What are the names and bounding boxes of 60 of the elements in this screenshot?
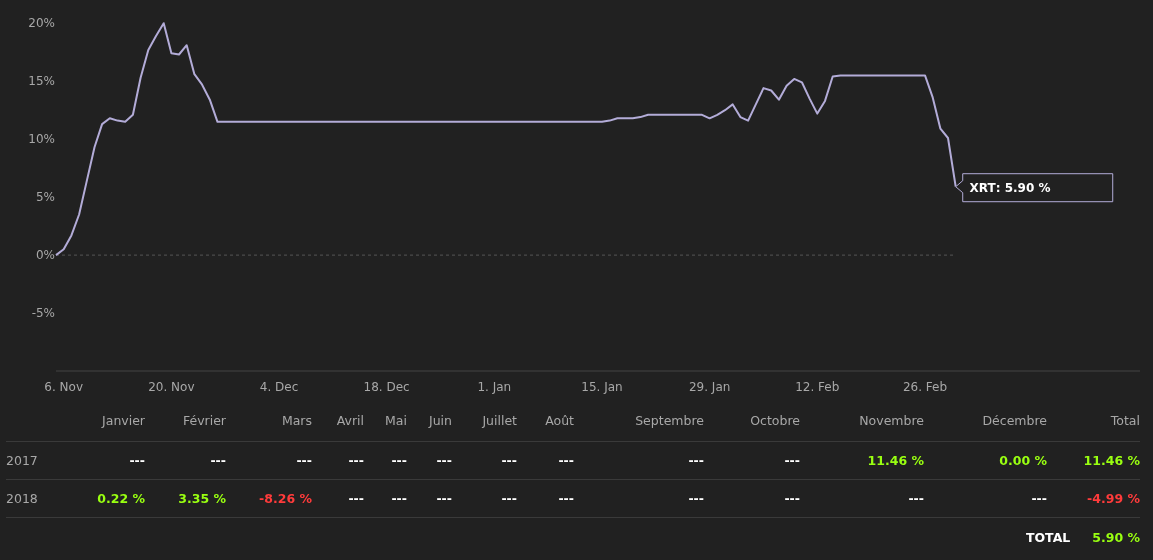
table-cell-text: --- — [209, 453, 226, 468]
table-cell-text: --- — [435, 491, 452, 506]
x-axis-label: 15. Jan — [581, 380, 623, 394]
table-cell-text: --- — [128, 453, 145, 468]
table-cell-text: --- — [390, 453, 407, 468]
column-header: Avril — [335, 413, 364, 428]
column-header: Septembre — [634, 413, 704, 428]
x-axis-label: 18. Dec — [363, 380, 410, 394]
y-axis-label: 20% — [28, 16, 55, 31]
table-cell-text: --- — [390, 491, 407, 506]
column-header: Août — [544, 413, 574, 428]
x-axis-label: 6. Nov — [44, 380, 84, 394]
y-axis-label: 5% — [35, 190, 55, 205]
table-cell-text: 11.46 % — [866, 453, 924, 468]
tooltip-value: : 5.90 % — [995, 180, 1051, 195]
total-label: TOTAL — [1025, 529, 1071, 545]
table-cell-text: --- — [347, 491, 364, 506]
y-axis-label: -5% — [31, 306, 55, 321]
column-header: Février — [181, 413, 226, 428]
table-cell: 0.22 % — [96, 491, 145, 506]
series-label: XRT — [969, 180, 996, 195]
y-axis-label: 0% — [35, 248, 55, 263]
y-axis-label: 10% — [28, 132, 55, 147]
table-cell-text: --- — [295, 453, 312, 468]
year-cell-text: 2018 — [6, 491, 39, 506]
x-axis-label: 29. Jan — [688, 380, 731, 394]
column-header: Mai — [384, 413, 407, 428]
table-cell-text: --- — [687, 491, 704, 506]
table-cell-text: 11.46 % — [1082, 453, 1140, 468]
y-axis-label: 15% — [28, 74, 55, 89]
table-cell-text: --- — [1030, 491, 1047, 506]
table-cell-text: --- — [907, 491, 924, 506]
year-cell-text: 2017 — [6, 453, 39, 468]
x-axis-label: 20. Nov — [148, 380, 195, 394]
table-cell-text: --- — [347, 453, 364, 468]
column-header: Octobre — [749, 413, 800, 428]
table-cell-text: -4.99 % — [1086, 491, 1140, 506]
table-cell-text: --- — [500, 453, 517, 468]
total-value: 5.90 % — [1092, 529, 1140, 545]
column-header: Décembre — [981, 413, 1047, 428]
table-cell-text: --- — [500, 491, 517, 506]
column-header: Juin — [427, 413, 452, 428]
table-cell-text: 3.35 % — [177, 491, 226, 506]
table-cell-text: 0.00 % — [998, 453, 1047, 468]
table-cell-text: --- — [435, 453, 452, 468]
x-axis-label: 1. Jan — [477, 380, 512, 394]
column-header: Novembre — [858, 413, 924, 428]
table-cell-text: --- — [557, 453, 574, 468]
x-axis-label: 12. Feb — [795, 380, 840, 394]
column-header: Juillet — [481, 413, 517, 428]
table-cell-text: -8.26 % — [258, 491, 312, 506]
table-cell-text: --- — [687, 453, 704, 468]
table-cell-text: --- — [783, 453, 800, 468]
table-cell-text: --- — [557, 491, 574, 506]
table-cell-text: --- — [783, 491, 800, 506]
x-axis-label: 4. Dec — [259, 380, 299, 394]
column-header: Mars — [280, 413, 312, 428]
column-header: Total — [1109, 413, 1140, 428]
x-axis-label: 26. Feb — [902, 380, 948, 394]
column-header: Janvier — [100, 413, 145, 428]
